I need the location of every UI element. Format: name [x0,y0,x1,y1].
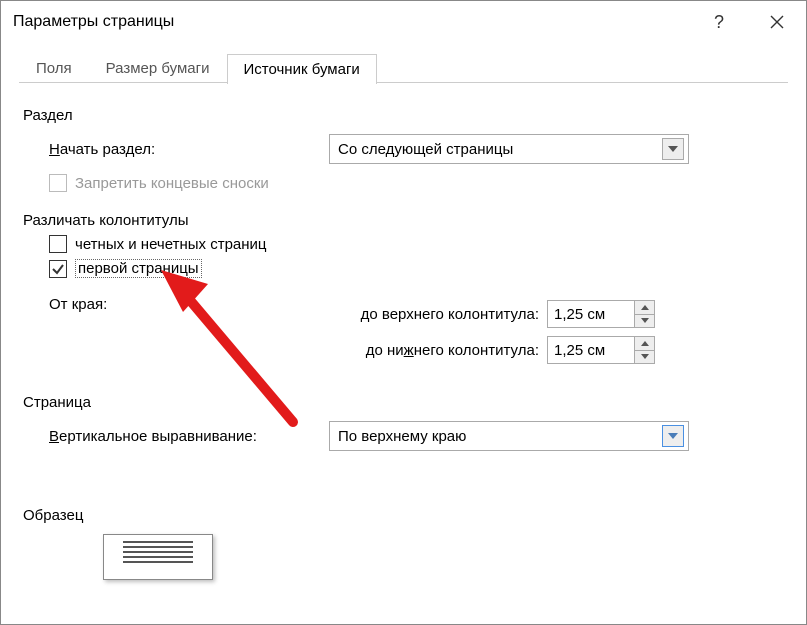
from-edge-label: От края: [49,292,319,372]
first-page-checkbox[interactable] [49,260,67,278]
chevron-down-icon [662,425,684,447]
tab-content: Раздел Начать раздел: Со следующей стран… [1,83,806,580]
spin-down-icon[interactable] [635,350,654,364]
section-start-combo[interactable]: Со следующей страницы [329,134,689,164]
footer-distance-value: 1,25 см [548,337,634,363]
odd-even-label: четных и нечетных страниц [75,236,267,253]
valign-value: По верхнему краю [338,428,466,445]
close-button[interactable] [748,1,806,43]
spin-up-icon[interactable] [635,301,654,314]
group-sample: Образец [23,507,784,580]
group-page-title: Страница [23,394,784,411]
tab-paper-source[interactable]: Источник бумаги [227,54,377,84]
valign-label: Вертикальное выравнивание: [49,428,329,445]
group-section: Раздел Начать раздел: Со следующей стран… [23,107,784,192]
page-setup-dialog: Параметры страницы ? Поля Размер бумаги … [0,0,807,625]
group-headers-footers: Различать колонтитулы четных и нечетных … [23,212,784,372]
footer-distance-spinner[interactable]: 1,25 см [547,336,655,364]
window-title: Параметры страницы [13,13,174,31]
group-sample-title: Образец [23,507,784,524]
footer-distance-label: до нижнего колонтитула: [319,342,539,359]
titlebar: Параметры страницы ? [1,1,806,43]
section-start-value: Со следующей страницы [338,141,513,158]
tab-strip: Поля Размер бумаги Источник бумаги [1,47,806,83]
spin-up-icon[interactable] [635,337,654,350]
header-distance-spinner[interactable]: 1,25 см [547,300,655,328]
odd-even-checkbox[interactable] [49,235,67,253]
suppress-endnotes-label: Запретить концевые сноски [75,175,269,192]
section-start-label: Начать раздел: [49,141,329,158]
chevron-down-icon [662,138,684,160]
group-section-title: Раздел [23,107,784,124]
header-distance-label: до верхнего колонтитула: [319,306,539,323]
tab-paper-size[interactable]: Размер бумаги [89,53,227,83]
first-page-label: первой страницы [75,259,202,278]
header-distance-value: 1,25 см [548,301,634,327]
group-page: Страница Вертикальное выравнивание: По в… [23,394,784,451]
titlebar-buttons: ? [690,1,806,43]
sample-preview [103,534,213,580]
valign-combo[interactable]: По верхнему краю [329,421,689,451]
group-headers-title: Различать колонтитулы [23,212,784,229]
tab-margins[interactable]: Поля [19,53,89,83]
spin-down-icon[interactable] [635,314,654,328]
suppress-endnotes-checkbox [49,174,67,192]
help-button[interactable]: ? [690,1,748,43]
